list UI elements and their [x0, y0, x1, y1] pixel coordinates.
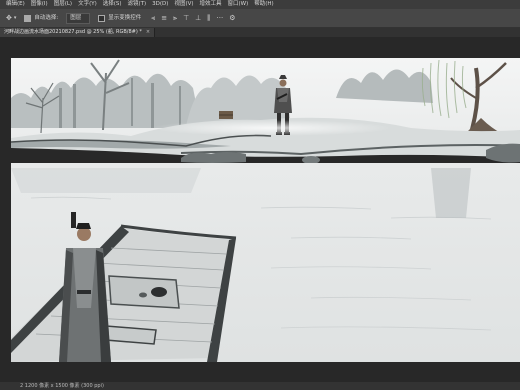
- settings-gear-icon[interactable]: ⚙: [229, 9, 235, 27]
- menu-item-select[interactable]: 选择(S): [103, 0, 122, 9]
- layer-select-dropdown[interactable]: 图层: [66, 12, 91, 24]
- ink-painting: [11, 58, 520, 362]
- teapot: [151, 287, 167, 297]
- document-tab-bar: 河畔战边画流水场面20210827.psd @ 25% (船, RGB/8#) …: [0, 28, 520, 37]
- menu-bar: 编辑(E) 图像(I) 图层(L) 文字(Y) 选择(S) 滤镜(T) 3D(D…: [0, 0, 520, 9]
- menu-item-window[interactable]: 窗口(W): [228, 0, 249, 9]
- align-middle-icon[interactable]: ⊥: [195, 9, 201, 27]
- document-workspace: [0, 37, 520, 382]
- auto-select-checkbox[interactable]: [24, 14, 32, 22]
- menu-item-layer[interactable]: 图层(L): [54, 0, 72, 9]
- distribute-icon[interactable]: ⫼: [207, 9, 210, 27]
- align-right-icon[interactable]: ⫸: [173, 9, 177, 27]
- show-transform-checkbox[interactable]: [98, 14, 106, 22]
- close-tab-icon[interactable]: ×: [146, 29, 150, 35]
- document-canvas[interactable]: [11, 58, 520, 362]
- boat-table: [108, 275, 180, 309]
- boat-bench: [105, 325, 157, 345]
- menu-item-help[interactable]: 帮助(H): [254, 0, 273, 9]
- tea-cup: [139, 292, 147, 298]
- document-tab-title: 河畔战边画流水场面20210827.psd @ 25% (船, RGB/8#) …: [4, 29, 142, 35]
- status-bar: 2 1200 像素 x 1500 像素 (300 ppi): [0, 382, 520, 390]
- menu-item-filter[interactable]: 滤镜(T): [128, 0, 147, 9]
- menu-item-edit[interactable]: 编辑(E): [6, 0, 25, 9]
- show-transform-label: 显示变换控件: [108, 15, 142, 21]
- menu-item-image[interactable]: 图像(I): [31, 0, 48, 9]
- document-tab[interactable]: 河畔战边画流水场面20210827.psd @ 25% (船, RGB/8#) …: [0, 28, 156, 37]
- status-text: 2 1200 像素 x 1500 像素 (300 ppi): [20, 383, 104, 389]
- shore-rocks: [181, 152, 246, 163]
- menu-item-3d[interactable]: 3D(D): [152, 0, 168, 9]
- dropdown-arrow-icon[interactable]: ▾: [14, 9, 17, 27]
- align-center-icon[interactable]: ≡: [161, 9, 167, 27]
- mist: [151, 120, 391, 136]
- align-left-icon[interactable]: ⫷: [151, 9, 155, 27]
- auto-select-label: 自动选择:: [34, 15, 59, 21]
- align-top-icon[interactable]: ⊤: [183, 9, 189, 27]
- menu-item-type[interactable]: 文字(Y): [78, 0, 97, 9]
- options-bar: ✥ ▾ 自动选择: 图层 显示变换控件 ⫷ ≡ ⫸ ⊤ ⊥ ⫼ ··· ⚙: [0, 9, 520, 28]
- move-tool-icon[interactable]: ✥: [6, 9, 12, 27]
- menu-item-view[interactable]: 视图(V): [174, 0, 193, 9]
- more-options-icon[interactable]: ···: [217, 9, 224, 27]
- menu-item-plugins[interactable]: 增效工具: [200, 0, 222, 9]
- rock-small-1: [302, 156, 320, 164]
